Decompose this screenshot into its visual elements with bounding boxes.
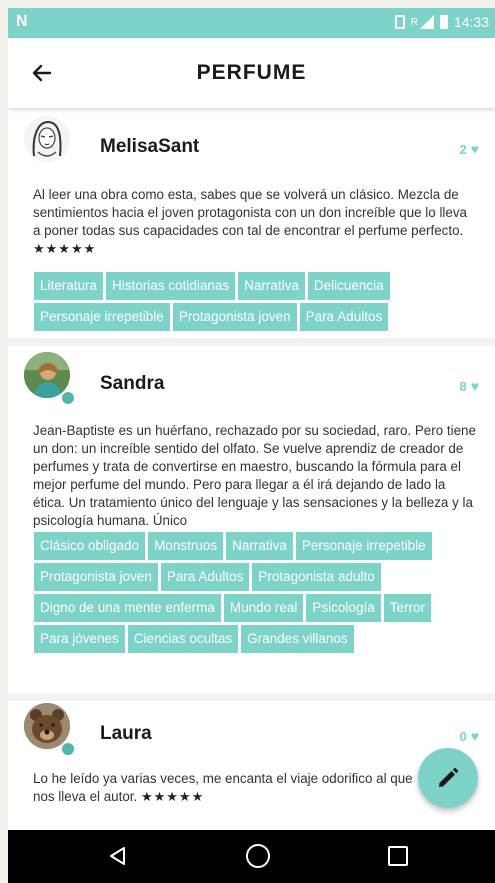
review-body: Al leer una obra como esta, sabes que se… <box>33 187 467 238</box>
verified-badge-icon <box>60 741 76 757</box>
tag[interactable]: Narrativa <box>238 272 305 300</box>
review-body: Lo he leído ya varias veces, me encanta … <box>33 771 413 804</box>
tag-list: Literatura Historias cotidianas Narrativ… <box>34 272 474 331</box>
tag[interactable]: Protagonista joven <box>34 563 158 591</box>
tag[interactable]: Grandes villanos <box>241 625 354 653</box>
tag[interactable]: Clásico obligado <box>34 532 146 560</box>
tag[interactable]: Mundo real <box>223 594 304 622</box>
avatar-sketch-icon <box>24 116 70 162</box>
clock: 14:33 <box>453 14 489 30</box>
divider <box>8 338 495 346</box>
tag[interactable]: Delicuencia <box>307 272 390 300</box>
heart-icon: ♥ <box>470 141 479 157</box>
tag[interactable]: Ciencias ocultas <box>127 625 239 653</box>
username[interactable]: MelisaSant <box>100 136 199 158</box>
username[interactable]: Sandra <box>100 373 164 395</box>
tag[interactable]: Personaje irrepetible <box>34 303 170 331</box>
vibrate-icon <box>394 15 405 29</box>
like-count: 8 <box>459 378 467 394</box>
tag[interactable]: Protagonista joven <box>172 303 297 331</box>
review-card: Sandra 8 ♥ Jean-Baptiste es un huérfano,… <box>8 346 495 701</box>
review-text: Jean-Baptiste es un huérfano, rechazado … <box>33 422 478 530</box>
tag-list: Clásico obligado Monstruos Narrativa Per… <box>34 532 474 653</box>
tag[interactable]: Literatura <box>34 272 104 300</box>
tag[interactable]: Protagonista adulto <box>252 563 381 591</box>
roaming-label: R <box>410 16 418 28</box>
tag[interactable]: Terror <box>383 594 431 622</box>
review-card: MelisaSant 2 ♥ Al leer una obra como est… <box>8 108 495 346</box>
like-counter[interactable]: 2 ♥ <box>459 141 479 157</box>
review-text: Al leer una obra como esta, sabes que se… <box>33 186 478 258</box>
write-review-button[interactable] <box>418 748 478 808</box>
star-rating: ★★★★★ <box>33 241 97 256</box>
app-bar: PERFUME <box>8 38 495 108</box>
avatar[interactable] <box>24 116 70 162</box>
page-title: PERFUME <box>196 61 307 84</box>
pencil-icon <box>439 767 459 787</box>
like-count: 0 <box>459 728 467 744</box>
verified-badge-icon <box>60 390 76 406</box>
back-triangle-icon[interactable] <box>108 846 128 866</box>
tag[interactable]: Para Adultos <box>299 303 389 331</box>
tag[interactable]: Psicología <box>306 594 381 622</box>
heart-icon: ♥ <box>470 378 479 394</box>
divider <box>8 693 495 701</box>
recent-square-icon[interactable] <box>388 846 408 866</box>
tag[interactable]: Monstruos <box>148 532 224 560</box>
review-text: Lo he leído ya varias veces, me encanta … <box>33 770 433 806</box>
username[interactable]: Laura <box>100 723 152 745</box>
tag[interactable]: Para jóvenes <box>34 625 125 653</box>
tag[interactable]: Para Adultos <box>160 563 250 591</box>
tag[interactable]: Narrativa <box>226 532 293 560</box>
star-rating: ★★★★★ <box>140 789 205 804</box>
home-circle-icon[interactable] <box>246 844 270 868</box>
app-screen: N R 14:33 PERFUME MelisaSant 2 ♥ Al leer… <box>8 8 495 883</box>
review-body: Jean-Baptiste es un huérfano, rechazado … <box>33 423 476 528</box>
tag[interactable]: Historias cotidianas <box>106 272 236 300</box>
tag[interactable]: Personaje irrepetible <box>295 532 432 560</box>
like-counter[interactable]: 8 ♥ <box>459 378 479 394</box>
status-bar: N R 14:33 <box>8 8 495 38</box>
carrier-icon: N <box>16 13 28 30</box>
tag[interactable]: Digno de una mente enferma <box>34 594 221 622</box>
heart-icon: ♥ <box>470 728 479 744</box>
battery-icon <box>439 15 448 29</box>
reviews-list[interactable]: MelisaSant 2 ♥ Al leer una obra como est… <box>8 108 495 826</box>
like-counter[interactable]: 0 ♥ <box>459 728 479 744</box>
signal-icon <box>419 15 434 29</box>
system-nav-bar <box>8 830 495 883</box>
like-count: 2 <box>459 141 467 157</box>
